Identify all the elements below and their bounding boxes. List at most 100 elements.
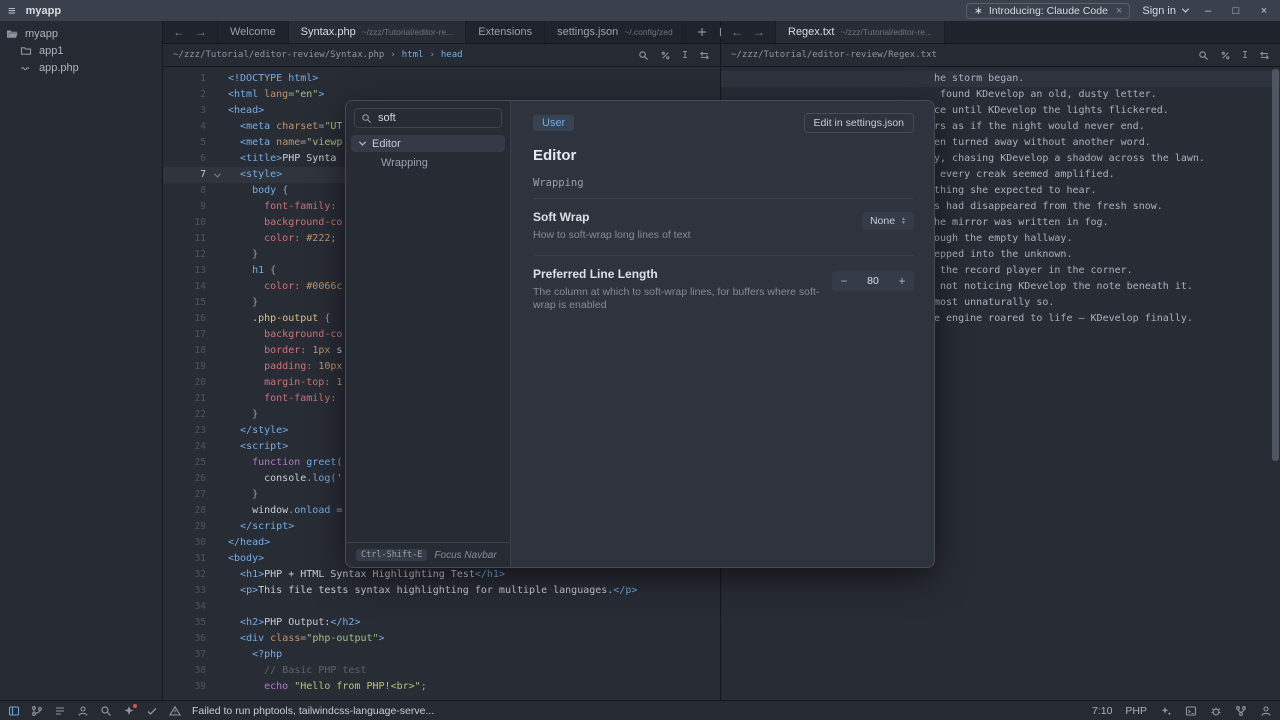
tab-syntax-php[interactable]: Syntax.php ~/zzz/Tutorial/editor-re... [289, 21, 467, 43]
fold-gutter [206, 295, 228, 311]
tab-extensions[interactable]: Extensions [466, 21, 545, 43]
fold-gutter [206, 247, 228, 263]
code-text: <h1>PHP + HTML Syntax Highlighting Test<… [228, 567, 505, 583]
buffer-search-icon[interactable] [1198, 50, 1209, 61]
warning-icon[interactable] [169, 705, 181, 717]
project-item-app1[interactable]: app1 [0, 42, 162, 59]
scope-badge-user[interactable]: User [533, 115, 574, 131]
settings-sidebar: soft Editor Wrapping Ctrl-Shift-E Focus … [346, 101, 511, 567]
line-number: 31 [163, 551, 206, 567]
git-branch-icon[interactable] [31, 705, 43, 717]
code-text: <?php [228, 647, 282, 663]
tab-regex-txt[interactable]: Regex.txt ~/zzz/Tutorial/editor-re... [776, 21, 945, 43]
settings-search-input[interactable]: soft [354, 108, 502, 128]
check-icon[interactable] [146, 705, 158, 717]
breadcrumb-left[interactable]: ~/zzz/Tutorial/editor-review/Syntax.php … [163, 44, 720, 67]
assistant-sparkle-icon[interactable] [123, 705, 135, 717]
editor-controls-icon[interactable] [1259, 50, 1270, 61]
language-selector[interactable]: PHP [1125, 705, 1147, 717]
cursor-mode-icon[interactable]: I [682, 50, 688, 61]
edit-in-settings-json-button[interactable]: Edit in settings.json [804, 113, 914, 133]
panel-toggle-icon[interactable] [8, 705, 20, 717]
code-line[interactable]: 37 <?php [163, 647, 720, 663]
status-bar: Failed to run phptools, tailwindcss-lang… [0, 700, 1280, 720]
editor-controls-icon[interactable] [699, 50, 710, 61]
code-line[interactable]: 35 <h2>PHP Output:</h2> [163, 615, 720, 631]
debug-icon[interactable] [1210, 705, 1222, 717]
line-length-stepper: − 80 + [832, 271, 914, 291]
titlebar-right: ∗ Introducing: Claude Code × Sign in – □… [966, 3, 1272, 19]
code-text: </style> [228, 423, 288, 439]
code-line[interactable]: 1<!DOCTYPE html> [163, 71, 720, 87]
nav-forward-icon[interactable]: → [753, 25, 765, 39]
settings-nav-editor[interactable]: Editor [351, 135, 505, 152]
copilot-icon[interactable] [1235, 705, 1247, 717]
text-line[interactable]: he storm began. [721, 71, 1280, 87]
code-line[interactable]: 36 <div class="php-output"> [163, 631, 720, 647]
titlebar-project-name[interactable]: myapp [26, 5, 61, 17]
tab-label: Regex.txt [788, 26, 834, 38]
maximize-button[interactable]: □ [1228, 5, 1244, 17]
line-number: 3 [163, 103, 206, 119]
scrollbar-thumb[interactable] [1272, 69, 1279, 461]
profile-icon[interactable] [1260, 705, 1272, 717]
line-number: 29 [163, 519, 206, 535]
project-item-app-php[interactable]: app.php [0, 59, 162, 76]
outline-icon[interactable] [54, 705, 66, 717]
banner-close-icon[interactable]: × [1116, 5, 1122, 17]
fold-gutter [206, 391, 228, 407]
code-line[interactable]: 39 echo "Hello from PHP!<br>"; [163, 679, 720, 695]
line-number: 19 [163, 359, 206, 375]
search-icon[interactable] [100, 705, 112, 717]
fold-gutter [206, 663, 228, 679]
claude-code-banner[interactable]: ∗ Introducing: Claude Code × [966, 3, 1130, 19]
fold-gutter [206, 615, 228, 631]
minimize-button[interactable]: – [1200, 5, 1216, 17]
nav-back-icon[interactable]: ← [731, 25, 743, 39]
breadcrumb-seg-head: head [441, 50, 463, 60]
code-line[interactable]: 34 [163, 599, 720, 615]
tab-welcome[interactable]: Welcome [218, 21, 289, 43]
decrement-button[interactable]: − [832, 274, 856, 288]
php-file-icon [20, 62, 32, 74]
sign-in-button[interactable]: Sign in [1142, 5, 1188, 17]
nav-back-icon[interactable]: ← [173, 25, 185, 39]
increment-button[interactable]: + [890, 274, 914, 288]
fold-gutter [206, 471, 228, 487]
settings-nav-wrapping[interactable]: Wrapping [351, 154, 505, 171]
nav-history: ← → [163, 21, 218, 43]
tab-settings-json[interactable]: settings.json ~/.config/zed [545, 21, 686, 43]
line-number: 35 [163, 615, 206, 631]
cursor-mode-icon[interactable]: I [1242, 50, 1248, 61]
terminal-icon[interactable] [1185, 705, 1197, 717]
collab-icon[interactable] [77, 705, 89, 717]
nav-forward-icon[interactable]: → [195, 25, 207, 39]
line-number: 15 [163, 295, 206, 311]
code-line[interactable]: 38 // Basic PHP test [163, 663, 720, 679]
app-menu-icon[interactable]: ≡ [8, 3, 16, 18]
code-text: <meta name="viewp [228, 135, 342, 151]
inline-assist-icon[interactable] [1220, 50, 1231, 61]
status-message[interactable]: Failed to run phptools, tailwindcss-lang… [192, 705, 434, 717]
ai-icon[interactable] [1160, 705, 1172, 717]
fold-gutter [206, 119, 228, 135]
soft-wrap-dropdown[interactable]: None ▲▼ [862, 212, 914, 230]
code-text: <title>PHP Synta [228, 151, 336, 167]
project-item-myapp[interactable]: myapp [0, 25, 162, 42]
code-line[interactable]: 32 <h1>PHP + HTML Syntax Highlighting Te… [163, 567, 720, 583]
code-text: h1 { [228, 263, 276, 279]
code-line[interactable]: 33 <p>This file tests syntax highlightin… [163, 583, 720, 599]
line-number: 22 [163, 407, 206, 423]
line-number: 1 [163, 71, 206, 87]
settings-title: Editor [533, 147, 914, 164]
breadcrumb-right[interactable]: ~/zzz/Tutorial/editor-review/Regex.txt I [721, 44, 1280, 67]
fold-chevron-icon[interactable] [206, 167, 228, 183]
inline-assist-icon[interactable] [660, 50, 671, 61]
cursor-position[interactable]: 7:10 [1092, 705, 1112, 717]
code-text: <h2>PHP Output:</h2> [228, 615, 360, 631]
buffer-search-icon[interactable] [638, 50, 649, 61]
banner-label: Introducing: Claude Code [989, 5, 1108, 17]
close-button[interactable]: × [1256, 5, 1272, 17]
new-tab-icon[interactable] [696, 26, 708, 38]
setting-name: Soft Wrap [533, 210, 691, 224]
